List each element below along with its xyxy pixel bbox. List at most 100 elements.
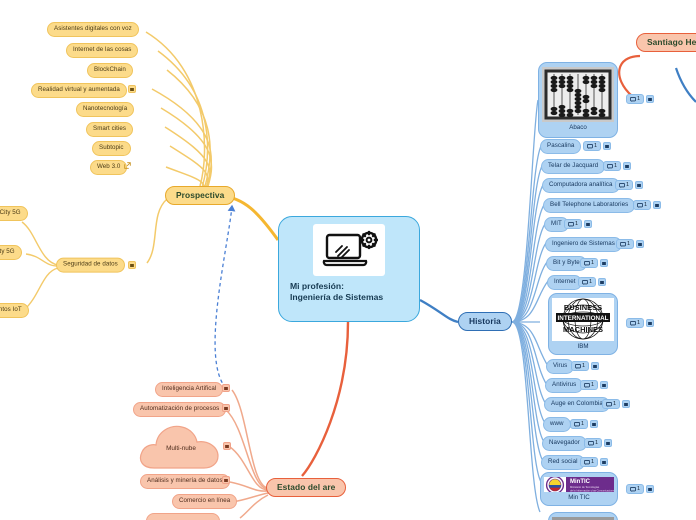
topic-inteligencia-artificial[interactable]: Inteligencia Artifical bbox=[155, 382, 224, 397]
note-menu-navegador[interactable]: 1 bbox=[584, 438, 612, 448]
menu-icon[interactable] bbox=[621, 400, 630, 408]
menu-icon[interactable] bbox=[603, 439, 612, 447]
note-badge[interactable]: 1 bbox=[571, 361, 589, 371]
note-menu-telar[interactable]: 1 bbox=[603, 161, 631, 171]
topic-comercio-en-linea[interactable]: Comercio en línea bbox=[172, 494, 238, 509]
note-menu-computadora[interactable]: 1 bbox=[615, 180, 643, 190]
menu-icon[interactable] bbox=[645, 95, 654, 103]
topic-antivirus[interactable]: Antivirus bbox=[545, 378, 584, 393]
topic-bell-telephone-laboratories[interactable]: Bell Telephone Laboratories bbox=[543, 198, 636, 213]
note-badge[interactable]: 1 bbox=[633, 200, 651, 210]
topic-www[interactable]: www bbox=[543, 417, 571, 432]
note-badge[interactable]: 1 bbox=[564, 219, 582, 229]
topic-computadora-analitica[interactable]: Computadora analítica bbox=[542, 178, 620, 193]
note-menu-realidad-virtual[interactable] bbox=[128, 85, 136, 93]
topic-auge-en-colombia[interactable]: Auge en Colombia bbox=[544, 397, 610, 412]
topic-elementos-iot[interactable]: Elementos IoT bbox=[0, 303, 29, 318]
topic-telar-de-jacquard[interactable]: Telar de Jacquard bbox=[541, 159, 606, 174]
note-menu-auge[interactable]: 1 bbox=[602, 399, 630, 409]
topic-web-3-0[interactable]: Web 3.0 bbox=[90, 160, 128, 175]
topic-asistentes-digitales[interactable]: Asistentes digitales con voz bbox=[47, 22, 139, 37]
menu-icon[interactable] bbox=[590, 362, 599, 370]
note-badge[interactable]: 1 bbox=[580, 258, 598, 268]
topic-ibm[interactable]: BUSINESS INTERNATIONAL MACHINES IBM bbox=[548, 293, 618, 355]
topic-abaco[interactable]: Abaco bbox=[538, 62, 618, 138]
topic-min-tic[interactable]: MinTIC Ministerio de Tecnologías de la I… bbox=[540, 472, 618, 506]
menu-icon[interactable] bbox=[128, 85, 136, 93]
note-badge[interactable]: 1 bbox=[615, 180, 633, 190]
topic-subtopic[interactable]: Subtopic bbox=[92, 141, 131, 156]
menu-icon[interactable] bbox=[634, 181, 643, 189]
menu-icon[interactable] bbox=[589, 420, 598, 428]
topic-nanotecnologia[interactable]: Nanotecnología bbox=[76, 102, 135, 117]
topic-partial-bottom[interactable] bbox=[146, 513, 220, 520]
menu-icon[interactable] bbox=[222, 476, 230, 484]
note-menu-min-tic[interactable]: 1 bbox=[626, 484, 654, 494]
note-menu-bell[interactable]: 1 bbox=[633, 200, 661, 210]
note-menu-abaco[interactable]: 1 bbox=[626, 94, 654, 104]
topic-automatizacion-de-procesos[interactable]: Automatización de procesos bbox=[133, 402, 227, 417]
menu-icon[interactable] bbox=[128, 261, 136, 269]
branch-node-estado-del-arte[interactable]: Estado del are bbox=[266, 478, 347, 498]
menu-icon[interactable] bbox=[645, 319, 654, 327]
note-badge[interactable]: 1 bbox=[570, 419, 588, 429]
menu-automatizacion[interactable] bbox=[222, 404, 230, 412]
note-badge[interactable]: 1 bbox=[626, 318, 644, 328]
topic-partial-bottom-right[interactable] bbox=[548, 512, 618, 520]
note-menu-internet[interactable]: 1 bbox=[578, 277, 606, 287]
note-menu-red-social[interactable]: 1 bbox=[580, 457, 608, 467]
branch-node-historia[interactable]: Historia bbox=[458, 312, 512, 332]
note-badge[interactable]: 1 bbox=[626, 484, 644, 494]
topic-pascalina[interactable]: Pascalina bbox=[540, 139, 582, 154]
menu-icon[interactable] bbox=[652, 201, 661, 209]
topic-navegador[interactable]: Navegador bbox=[542, 436, 587, 451]
menu-icon[interactable] bbox=[597, 278, 606, 286]
topic-seguridad-de-datos[interactable]: Seguridad de datos bbox=[56, 257, 125, 273]
note-menu-pascalina[interactable]: 1 bbox=[583, 141, 611, 151]
menu-icon[interactable] bbox=[645, 485, 654, 493]
topic-smart-city-5g[interactable]: Smart City 5G bbox=[0, 206, 28, 221]
external-link-web-3-0[interactable] bbox=[124, 162, 131, 169]
note-menu-www[interactable]: 1 bbox=[570, 419, 598, 429]
branch-node-autor[interactable]: Santiago Hen bbox=[636, 33, 696, 53]
menu-icon[interactable] bbox=[222, 384, 230, 392]
topic-red-social[interactable]: Red social bbox=[541, 455, 585, 470]
note-badge[interactable]: 1 bbox=[584, 438, 602, 448]
menu-icon[interactable] bbox=[602, 142, 611, 150]
menu-icon[interactable] bbox=[223, 442, 231, 450]
menu-multi-nube[interactable] bbox=[223, 442, 231, 450]
note-badge[interactable]: 1 bbox=[616, 239, 634, 249]
menu-icon[interactable] bbox=[222, 404, 230, 412]
topic-blockchain[interactable]: BlockChain bbox=[87, 63, 133, 78]
topic-multi-nube[interactable]: Multi-nube bbox=[136, 418, 226, 476]
note-badge[interactable]: 1 bbox=[626, 94, 644, 104]
note-badge[interactable]: 1 bbox=[580, 380, 598, 390]
central-topic-node[interactable]: Mi profesión: Ingeniería de Sistemas bbox=[278, 216, 420, 322]
topic-analisis-mineria-datos[interactable]: Análisis y minería de datos bbox=[140, 474, 230, 489]
topic-realidad-virtual[interactable]: Realidad virtual y aumentada bbox=[31, 83, 127, 98]
menu-seguridad-de-datos[interactable] bbox=[128, 261, 136, 269]
menu-icon[interactable] bbox=[599, 259, 608, 267]
menu-icon[interactable] bbox=[599, 381, 608, 389]
branch-node-prospectiva[interactable]: Prospectiva bbox=[165, 186, 236, 206]
note-badge[interactable]: 1 bbox=[603, 161, 621, 171]
note-menu-bit-y-byte[interactable]: 1 bbox=[580, 258, 608, 268]
menu-icon[interactable] bbox=[583, 220, 592, 228]
note-badge[interactable]: 1 bbox=[602, 399, 620, 409]
topic-ingeniero-de-sistemas[interactable]: Ingeniero de Sistemas bbox=[545, 237, 622, 252]
external-link-icon[interactable] bbox=[124, 162, 131, 169]
note-menu-mit[interactable]: 1 bbox=[564, 219, 592, 229]
note-menu-ibm[interactable]: 1 bbox=[626, 318, 654, 328]
note-badge[interactable]: 1 bbox=[580, 457, 598, 467]
menu-inteligencia-artificial[interactable] bbox=[222, 384, 230, 392]
topic-mobility-5g[interactable]: Mobility 5G bbox=[0, 245, 22, 260]
note-badge[interactable]: 1 bbox=[578, 277, 596, 287]
note-menu-virus[interactable]: 1 bbox=[571, 361, 599, 371]
note-menu-ingeniero[interactable]: 1 bbox=[616, 239, 644, 249]
menu-icon[interactable] bbox=[622, 162, 631, 170]
topic-smart-cities[interactable]: Smart cities bbox=[86, 122, 134, 137]
menu-icon[interactable] bbox=[635, 240, 644, 248]
topic-internet-de-las-cosas[interactable]: Internet de las cosas bbox=[66, 43, 139, 58]
menu-analisis-mineria[interactable] bbox=[222, 476, 230, 484]
menu-icon[interactable] bbox=[599, 458, 608, 466]
